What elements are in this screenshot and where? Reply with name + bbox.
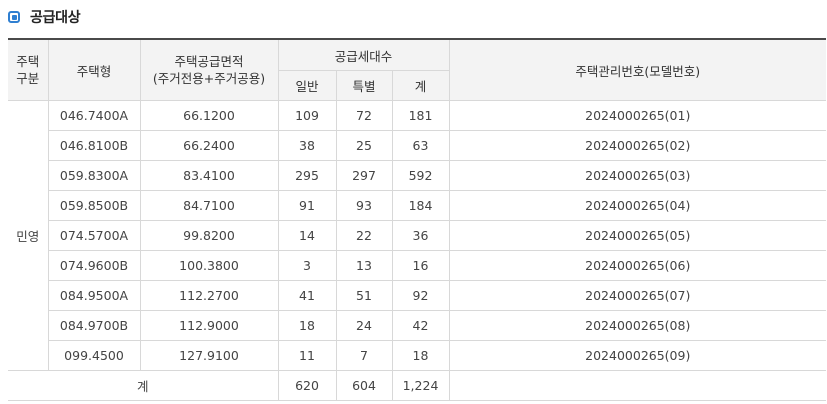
section-title: 공급대상 <box>30 10 81 26</box>
cell-general: 91 <box>277 190 337 221</box>
cell-housing-type: 099.4500 <box>47 340 141 371</box>
cell-general: 41 <box>277 280 337 311</box>
cell-general: 11 <box>277 340 337 371</box>
cell-special: 22 <box>335 220 393 251</box>
header-special: 특별 <box>335 70 393 101</box>
cell-supply-area: 100.3800 <box>139 250 279 281</box>
total-total: 1,224 <box>391 370 450 401</box>
table-row: 099.4500 127.9100 11 7 18 2024000265(09) <box>8 340 827 371</box>
cell-mgmt-number: 2024000265(01) <box>448 100 827 131</box>
header-mgmt-number: 주택관리번호(모델번호) <box>448 38 827 101</box>
cell-mgmt-number: 2024000265(05) <box>448 220 827 251</box>
table-row: 059.8300A 83.4100 295 297 592 2024000265(03) <box>8 160 827 191</box>
cell-housing-type: 074.5700A <box>47 220 141 251</box>
cell-general: 14 <box>277 220 337 251</box>
header-supply-units: 공급세대수 <box>277 38 450 71</box>
table-row: 074.9600B 100.3800 3 13 16 2024000265(06) <box>8 250 827 281</box>
cell-mgmt-number: 2024000265(03) <box>448 160 827 191</box>
total-row: 계 620 604 1,224 <box>8 370 827 401</box>
cell-general: 295 <box>277 160 337 191</box>
cell-supply-area: 99.8200 <box>139 220 279 251</box>
cell-mgmt-number: 2024000265(02) <box>448 130 827 161</box>
cell-supply-area: 112.2700 <box>139 280 279 311</box>
table-row: 074.5700A 99.8200 14 22 36 2024000265(05) <box>8 220 827 251</box>
cell-total: 16 <box>391 250 450 281</box>
total-mgmt-empty <box>448 370 827 401</box>
table-row: 민영 046.7400A 66.1200 109 72 181 2024000265(01) <box>8 100 827 371</box>
header-general: 일반 <box>277 70 337 101</box>
cell-housing-type: 084.9500A <box>47 280 141 311</box>
cell-total: 181 <box>391 100 450 131</box>
cell-supply-area: 112.9000 <box>139 310 279 341</box>
cell-general: 3 <box>277 250 337 281</box>
cell-mgmt-number: 2024000265(06) <box>448 250 827 281</box>
cell-total: 18 <box>391 340 450 371</box>
cell-mgmt-number: 2024000265(08) <box>448 310 827 341</box>
cell-total: 42 <box>391 310 450 341</box>
table-row: 046.8100B 66.2400 38 25 63 2024000265(02) <box>8 130 827 161</box>
cell-supply-area: 84.7100 <box>139 190 279 221</box>
cell-special: 72 <box>335 100 393 131</box>
cell-mgmt-number: 2024000265(07) <box>448 280 827 311</box>
cell-special: 297 <box>335 160 393 191</box>
header-total: 계 <box>391 70 450 101</box>
cell-general: 109 <box>277 100 337 131</box>
cell-special: 51 <box>335 280 393 311</box>
cell-general: 18 <box>277 310 337 341</box>
total-general: 620 <box>277 370 337 401</box>
cell-mgmt-number: 2024000265(04) <box>448 190 827 221</box>
cell-total: 36 <box>391 220 450 251</box>
header-housing-category: 주택 구분 <box>8 38 49 101</box>
cell-special: 25 <box>335 130 393 161</box>
cell-housing-type: 046.7400A <box>47 100 141 131</box>
cell-mgmt-number: 2024000265(09) <box>448 340 827 371</box>
cell-total: 63 <box>391 130 450 161</box>
section-header: 공급대상 <box>8 6 81 28</box>
cell-supply-area: 66.1200 <box>139 100 279 131</box>
cell-supply-area: 83.4100 <box>139 160 279 191</box>
cell-category: 민영 <box>8 100 49 371</box>
cell-total: 184 <box>391 190 450 221</box>
cell-housing-type: 046.8100B <box>47 130 141 161</box>
cell-total: 592 <box>391 160 450 191</box>
cell-supply-area: 127.9100 <box>139 340 279 371</box>
cell-housing-type: 074.9600B <box>47 250 141 281</box>
cell-housing-type: 059.8300A <box>47 160 141 191</box>
cell-housing-type: 084.9700B <box>47 310 141 341</box>
total-label: 계 <box>8 370 279 401</box>
supply-table: 주택 구분 주택형 주택공급면적 (주거전용+주거공용) 공급세대수 주택관리번호(… <box>8 38 827 401</box>
cell-housing-type: 059.8500B <box>47 190 141 221</box>
header-supply-area: 주택공급면적 (주거전용+주거공용) <box>139 38 279 101</box>
cell-special: 7 <box>335 340 393 371</box>
square-bullet-icon <box>8 11 20 23</box>
cell-special: 93 <box>335 190 393 221</box>
cell-special: 24 <box>335 310 393 341</box>
cell-total: 92 <box>391 280 450 311</box>
cell-supply-area: 66.2400 <box>139 130 279 161</box>
cell-special: 13 <box>335 250 393 281</box>
table-row: 059.8500B 84.7100 91 93 184 2024000265(04) <box>8 190 827 221</box>
table-row: 084.9500A 112.2700 41 51 92 2024000265(07) <box>8 280 827 311</box>
table-row: 084.9700B 112.9000 18 24 42 2024000265(08) <box>8 310 827 341</box>
header-housing-type: 주택형 <box>47 38 141 101</box>
cell-general: 38 <box>277 130 337 161</box>
total-special: 604 <box>335 370 393 401</box>
